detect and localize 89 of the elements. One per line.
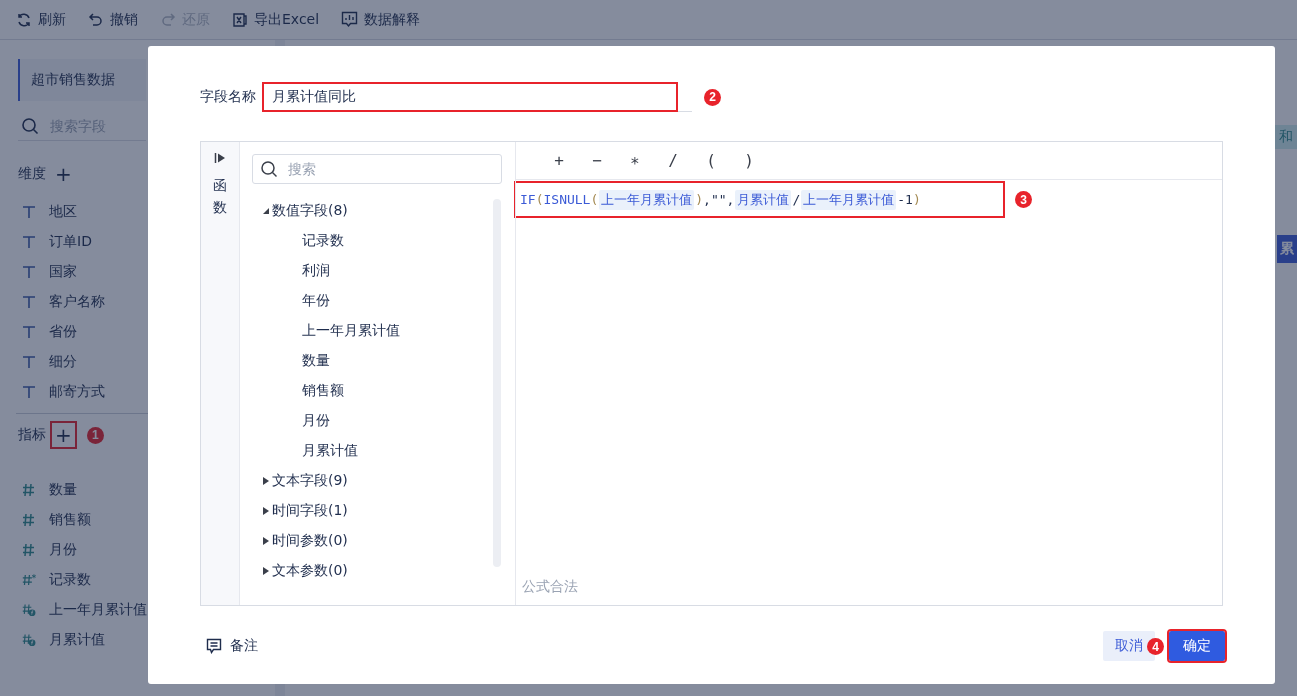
- tree-category[interactable]: 文本参数(0): [272, 562, 348, 580]
- operator-token: ,"",: [703, 192, 735, 207]
- annotation-badge: 2: [704, 88, 721, 106]
- text-type-icon: [22, 355, 36, 369]
- text-type-icon: [22, 205, 36, 219]
- field-token: 上一年月累计值: [599, 189, 695, 210]
- field-item[interactable]: 细分: [49, 353, 77, 371]
- toolbar-button[interactable]: 撤销: [88, 10, 138, 29]
- annotation-badge: 3: [1015, 191, 1032, 208]
- field-item[interactable]: 客户名称: [49, 293, 105, 311]
- tree-category[interactable]: 文本字段(9): [272, 472, 348, 490]
- field-item[interactable]: 订单ID: [49, 233, 92, 251]
- field-option[interactable]: 销售额: [252, 376, 515, 406]
- dataset-tab[interactable]: 超市销售数据: [18, 59, 146, 101]
- formula-editor[interactable]: IF(ISNULL( 上一年月累计值 ),"", 月累计值 / 上一年月累计值 -1): [514, 181, 1005, 218]
- column-header: 累: [1277, 235, 1297, 263]
- validation-message: 公式合法: [522, 578, 579, 596]
- comment-icon[interactable]: [206, 638, 222, 654]
- field-option[interactable]: 年份: [252, 286, 515, 316]
- operator-button[interactable]: ): [730, 151, 768, 170]
- operator-token: -1: [897, 192, 913, 207]
- search-icon: [260, 160, 278, 178]
- function-token: IF: [520, 192, 536, 207]
- operator-button[interactable]: /: [654, 151, 692, 170]
- function-token: ISNULL: [543, 192, 591, 207]
- refresh-icon: [16, 11, 32, 28]
- toolbar-button[interactable]: 导出Excel: [232, 10, 320, 29]
- text-type-icon: [22, 295, 36, 309]
- redo-icon: [160, 11, 176, 28]
- toolbar-button[interactable]: 数据解释: [341, 10, 421, 29]
- hash-icon: [22, 543, 36, 557]
- spreadsheet-icon: [232, 11, 248, 28]
- add-button[interactable]: +: [52, 423, 75, 447]
- search-icon: [21, 117, 39, 135]
- operator-button[interactable]: −: [578, 151, 616, 170]
- annotation-badge: 1: [86, 426, 104, 444]
- field-token: 上一年月累计值: [801, 189, 897, 210]
- text-type-icon: [22, 235, 36, 249]
- field-item[interactable]: 数量: [49, 481, 77, 499]
- annotation-badge: 4: [1147, 638, 1164, 655]
- tree-category[interactable]: 数值字段(8): [272, 202, 348, 220]
- field-item[interactable]: 上一年月累计值: [49, 601, 147, 619]
- text-type-icon: [22, 385, 36, 399]
- hash-star-icon: [22, 573, 36, 587]
- paren-token: (: [590, 192, 599, 207]
- field-item[interactable]: 销售额: [49, 511, 91, 529]
- field-token: 月累计值: [735, 189, 792, 210]
- chart-icon: [341, 11, 359, 28]
- hash-formula-icon: [22, 632, 36, 648]
- field-item[interactable]: 省份: [49, 323, 77, 341]
- aggregation-tag: 和: [1275, 125, 1297, 149]
- field-option[interactable]: 月累计值: [252, 436, 515, 466]
- operator-button[interactable]: +: [540, 151, 578, 170]
- text-type-icon: [22, 325, 36, 339]
- tree-category[interactable]: 时间参数(0): [272, 532, 348, 550]
- text-type-icon: [22, 265, 36, 279]
- toolbar-button[interactable]: 刷新: [16, 10, 66, 29]
- operator-token: /: [792, 192, 801, 207]
- section-title: 指标: [18, 426, 46, 444]
- field-item[interactable]: 地区: [49, 203, 77, 221]
- operator-button[interactable]: (: [692, 151, 730, 170]
- field-name-label: 字段名称: [200, 88, 256, 106]
- field-option[interactable]: 利润: [252, 256, 515, 286]
- field-item[interactable]: 月份: [49, 541, 77, 559]
- field-option[interactable]: 月份: [252, 406, 515, 436]
- hash-formula-icon: [22, 602, 36, 618]
- confirm-button[interactable]: 确定: [1169, 631, 1225, 661]
- note-label[interactable]: 备注: [230, 637, 258, 655]
- collapse-icon[interactable]: [214, 152, 226, 164]
- hash-icon: [22, 483, 36, 497]
- search-field[interactable]: 搜索: [252, 154, 502, 184]
- field-option[interactable]: 记录数: [252, 226, 515, 256]
- section-title: 维度: [18, 165, 46, 183]
- tree-category[interactable]: 时间字段(1): [272, 502, 348, 520]
- functions-tab[interactable]: 函数: [213, 174, 227, 219]
- operator-button[interactable]: ∗: [616, 151, 654, 170]
- paren-token: ): [912, 192, 921, 207]
- add-button[interactable]: +: [52, 162, 75, 186]
- field-item[interactable]: 记录数: [49, 571, 91, 589]
- hash-icon: [22, 513, 36, 527]
- field-item[interactable]: 月累计值: [49, 631, 105, 649]
- undo-icon: [88, 11, 104, 28]
- field-option[interactable]: 上一年月累计值: [252, 316, 515, 346]
- field-name-input[interactable]: 月累计值同比: [264, 83, 676, 110]
- field-item[interactable]: 国家: [49, 263, 77, 281]
- field-item[interactable]: 邮寄方式: [49, 383, 105, 401]
- paren-token: ): [695, 192, 704, 207]
- field-option[interactable]: 数量: [252, 346, 515, 376]
- paren-token: (: [535, 192, 544, 207]
